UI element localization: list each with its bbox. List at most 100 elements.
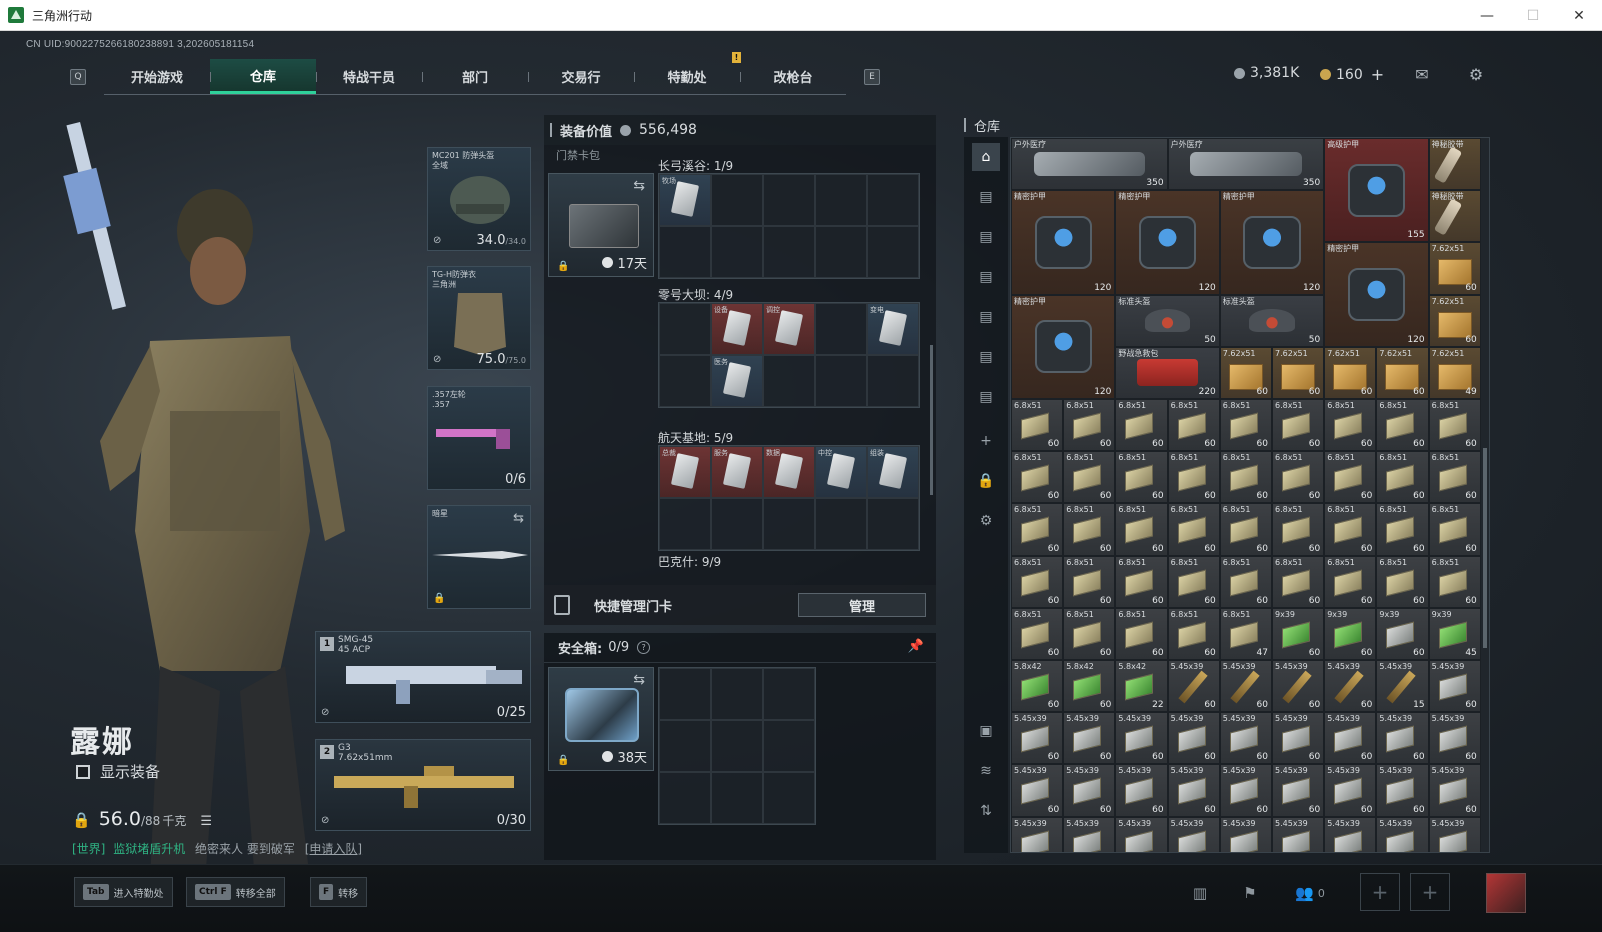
sealed-armor[interactable]: 精密护甲 120 [1115,190,1220,295]
empty-cell[interactable] [659,355,711,407]
ammo-545[interactable]: 5.45x39 60 [1428,660,1481,713]
ammo-545[interactable]: 5.45x39 60 [1167,764,1220,817]
empty-cell[interactable] [815,174,867,226]
ammo-545[interactable]: 5.45x39 [1115,816,1168,852]
empty-cell[interactable] [867,498,919,550]
next-tab-key[interactable]: E [864,69,880,85]
ammo-545[interactable]: 5.45x39 60 [1272,764,1325,817]
ammo-68[interactable]: 6.8x51 60 [1428,503,1481,556]
manage-button[interactable]: 管理 [798,593,926,617]
card-pack-slot[interactable]: ⇆ 🔒 17天 [548,173,654,277]
access-card[interactable]: 设备 [711,303,763,355]
empty-cell[interactable] [815,355,867,407]
empty-cell[interactable] [659,498,711,550]
ammo-68[interactable]: 6.8x51 60 [1272,451,1325,504]
sort-icon[interactable]: ⇅ [972,797,1000,825]
transfer-all-hint[interactable]: Ctrl F 转移全部 [186,877,285,907]
ammo-68[interactable]: 6.8x51 60 [1063,399,1116,452]
lock-icon[interactable]: 🔒 [972,467,1000,495]
ammo-68[interactable]: 6.8x51 60 [1115,451,1168,504]
empty-cell[interactable] [763,772,815,824]
show-equipment-checkbox[interactable] [76,764,90,779]
ammo-939[interactable]: 9x39 45 [1428,607,1481,660]
ammo-68[interactable]: 6.8x51 60 [1167,503,1220,556]
ammo-68[interactable]: 6.8x51 60 [1115,399,1168,452]
hafcoin-balance[interactable]: 3,381K [1234,65,1299,81]
ammo-68[interactable]: 6.8x51 60 [1167,451,1220,504]
pistol-slot[interactable]: .357左轮 .357 0/6 [427,386,531,490]
access-card[interactable]: 服务 [711,446,763,498]
ammo-68[interactable]: 6.8x51 60 [1063,555,1116,608]
transfer-hint[interactable]: F 转移 [310,877,368,907]
ammo-545[interactable]: 5.45x39 60 [1219,660,1272,713]
ammo-545[interactable]: 5.45x39 [1011,816,1064,852]
access-card[interactable]: 医务 [711,355,763,407]
ammo-68[interactable]: 6.8x51 60 [1376,399,1429,452]
ammo-762[interactable]: 7.62x51 60 [1324,346,1377,399]
invite-slot-1[interactable]: + [1360,873,1400,911]
ammo-68[interactable]: 6.8x51 60 [1115,607,1168,660]
ammo-68[interactable]: 6.8x51 60 [1063,503,1116,556]
primary-weapon-slot[interactable]: 1 SMG-45 45 ACP ⊘ 0/25 [315,631,531,723]
sealed-armor[interactable]: 精密护甲 120 [1011,190,1116,295]
storage-tab-5-icon[interactable]: ▤ [972,343,1000,371]
flag-icon[interactable]: ⚑ [1230,879,1270,907]
empty-cell[interactable] [659,668,711,720]
request-join-link[interactable]: [申请入队] [305,842,362,856]
swap-icon[interactable]: ⇆ [633,178,645,194]
ammo-68[interactable]: 6.8x51 60 [1011,451,1064,504]
access-card[interactable]: 总裁 [659,446,711,498]
standard-helmet[interactable]: 标准头盔 50 [1115,294,1220,347]
access-card[interactable]: 组装 [867,446,919,498]
ammo-762[interactable]: 7.62x51 49 [1428,346,1481,399]
close-button[interactable]: ✕ [1556,0,1602,31]
ammo-68[interactable]: 6.8x51 47 [1219,607,1272,660]
ammo-762[interactable]: 7.62x51 60 [1428,294,1481,347]
empty-cell[interactable] [867,355,919,407]
ammo-545[interactable]: 5.45x39 60 [1219,764,1272,817]
ammo-545[interactable]: 5.45x39 60 [1063,712,1116,765]
ammo-68[interactable]: 6.8x51 60 [1011,555,1064,608]
empty-cell[interactable] [763,174,815,226]
access-card[interactable]: 调控 [763,303,815,355]
ammo-545[interactable]: 5.45x39 60 [1063,764,1116,817]
ammo-68[interactable]: 6.8x51 60 [1376,503,1429,556]
melee-slot[interactable]: 暗星 ⇆ 🔒 [427,505,531,609]
tab-4[interactable]: 交易行 [528,59,634,94]
ammo-545[interactable]: 5.45x39 60 [1324,764,1377,817]
empty-cell[interactable] [867,226,919,278]
show-equipment-toggle[interactable]: 显示装备 [76,761,160,782]
sealed-armor[interactable]: 精密护甲 120 [1219,190,1325,295]
secondary-weapon-slot[interactable]: 2 G3 7.62x51mm ⊘ 0/30 [315,739,531,831]
layers-icon[interactable]: ≋ [972,757,1000,785]
ammo-68[interactable]: 6.8x51 60 [1219,399,1272,452]
ammo-68[interactable]: 6.8x51 60 [1324,399,1377,452]
empty-cell[interactable] [711,720,763,772]
ammo-762[interactable]: 7.62x51 60 [1376,346,1429,399]
storage-tab-3-icon[interactable]: ▤ [972,263,1000,291]
ammo-545[interactable]: 5.45x39 60 [1115,764,1168,817]
tape-item[interactable]: 神秘胶带 [1428,190,1481,243]
safe-box-slot[interactable]: ⇆ 🔒 38天 [548,667,654,771]
ammo-545[interactable]: 5.45x39 60 [1167,712,1220,765]
warehouse-home-icon[interactable]: ⌂ [972,143,1000,171]
sealed-armor[interactable]: 精密护甲 120 [1324,242,1429,347]
ammo-68[interactable]: 6.8x51 60 [1376,451,1429,504]
ammo-545[interactable]: 5.45x39 60 [1219,712,1272,765]
ammo-545[interactable]: 5.45x39 60 [1115,712,1168,765]
ammo-68[interactable]: 6.8x51 60 [1428,399,1481,452]
warehouse-grid[interactable]: 户外医疗 350 户外医疗 350 高级护甲 155 神秘胶带 神秘胶带 精密护甲 120 精密护甲… [1010,137,1490,853]
ammo-68[interactable]: 6.8x51 60 [1219,451,1272,504]
ammo-68[interactable]: 6.8x51 60 [1011,503,1064,556]
ammo-68[interactable]: 6.8x51 60 [1324,503,1377,556]
storage-tab-2-icon[interactable]: ▤ [972,223,1000,251]
empty-cell[interactable] [711,174,763,226]
ammo-68[interactable]: 6.8x51 60 [1063,451,1116,504]
card-zone-grid[interactable]: 总裁 服务 数据 中控 组装 [658,445,920,551]
empty-cell[interactable] [815,498,867,550]
sealed-armor[interactable]: 精密护甲 120 [1011,294,1116,399]
swap-icon[interactable]: ⇆ [513,511,524,526]
add-coin-button[interactable]: + [1371,65,1384,84]
enter-workshop-hint[interactable]: Tab 进入特勤处 [74,877,173,907]
empty-cell[interactable] [711,668,763,720]
